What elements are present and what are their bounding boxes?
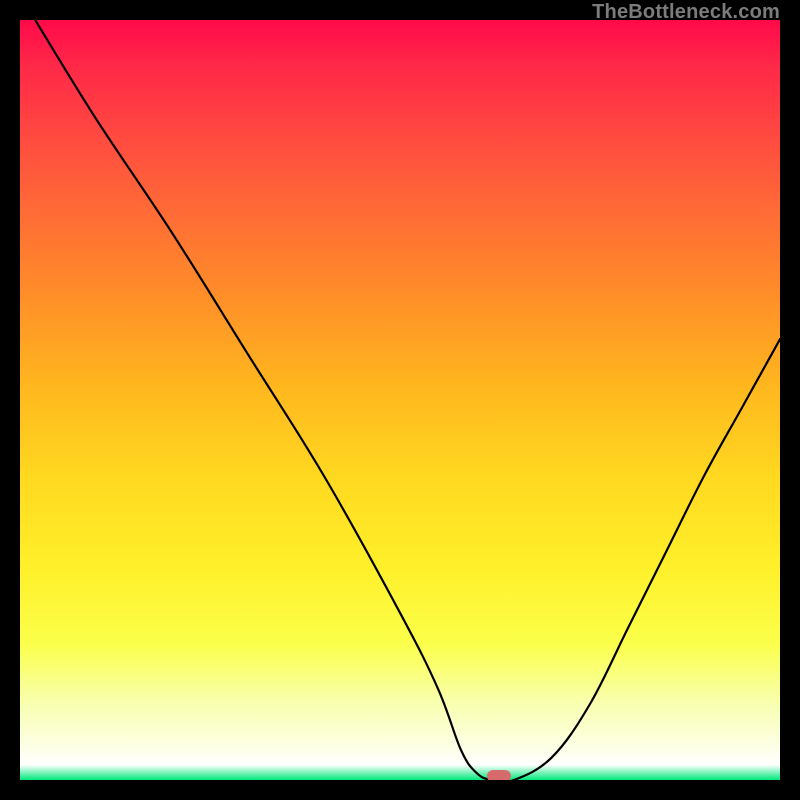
optimum-marker bbox=[487, 770, 511, 780]
chart-frame: TheBottleneck.com bbox=[0, 0, 800, 800]
plot-area bbox=[20, 20, 780, 780]
bottleneck-curve bbox=[20, 20, 780, 780]
